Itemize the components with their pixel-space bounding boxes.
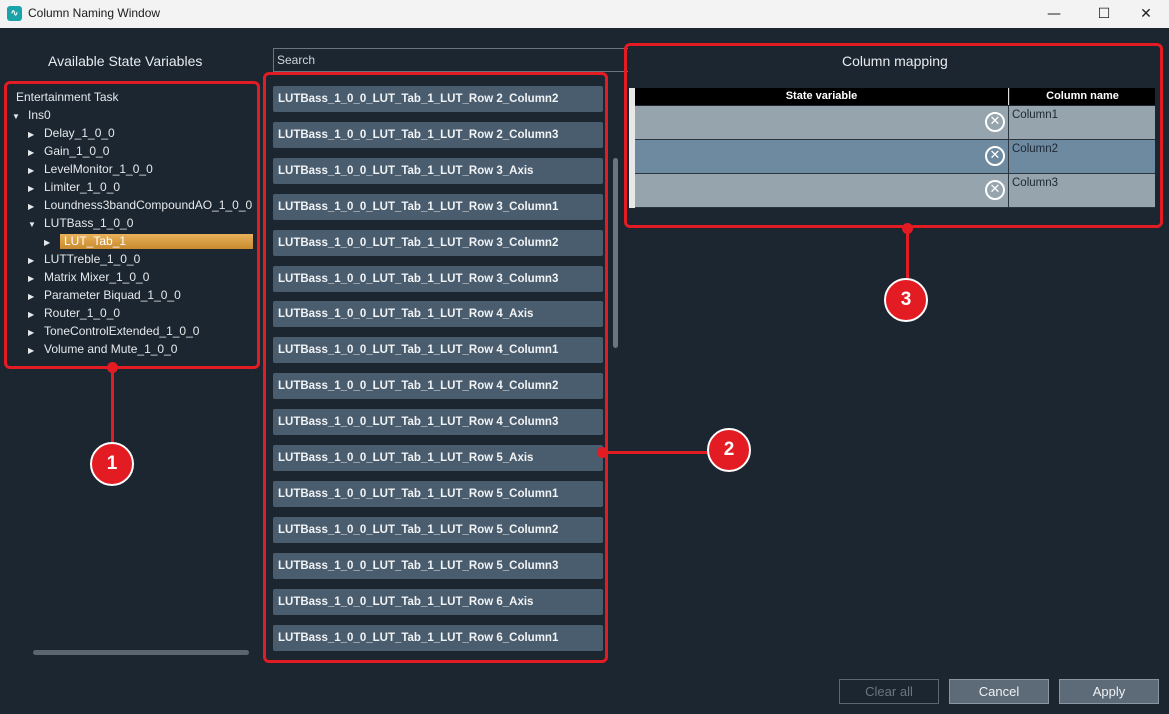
list-vertical-scrollbar[interactable]	[613, 158, 618, 348]
available-state-variables-title: Available State Variables	[48, 53, 203, 69]
tree-horizontal-scrollbar[interactable]	[33, 650, 249, 655]
window-title: Column Naming Window	[28, 6, 161, 20]
close-button[interactable]: ✕	[1123, 0, 1169, 28]
annotation-box-3	[624, 43, 1163, 228]
search-input[interactable]	[273, 48, 628, 72]
annotation-line-3	[906, 229, 909, 281]
annotation-line-1	[111, 368, 114, 444]
minimize-button[interactable]: —	[1031, 0, 1077, 28]
annotation-box-2	[263, 72, 608, 663]
maximize-button[interactable]: ☐	[1081, 0, 1127, 28]
annotation-line-2	[603, 451, 709, 454]
annotation-badge-3: 3	[884, 278, 928, 322]
annotation-badge-1: 1	[90, 442, 134, 486]
clear-all-button[interactable]: Clear all	[839, 679, 939, 704]
apply-button[interactable]: Apply	[1059, 679, 1159, 704]
annotation-badge-2: 2	[707, 428, 751, 472]
cancel-button[interactable]: Cancel	[949, 679, 1049, 704]
annotation-box-1	[4, 81, 260, 369]
title-bar: ∿ Column Naming Window — ☐ ✕	[0, 0, 1169, 28]
app-waveform-icon: ∿	[7, 6, 22, 21]
